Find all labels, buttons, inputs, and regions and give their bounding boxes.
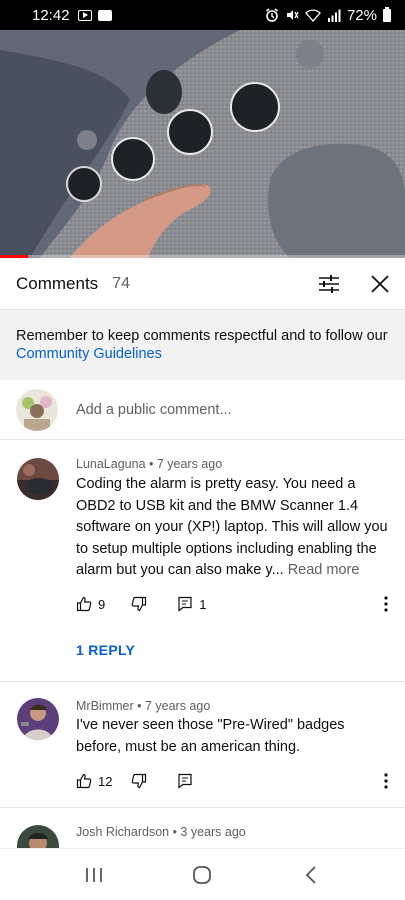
clock: 12:42 bbox=[32, 6, 70, 24]
user-avatar bbox=[16, 388, 58, 431]
battery-percent: 72% bbox=[346, 6, 377, 24]
commenter-avatar[interactable] bbox=[17, 698, 59, 740]
status-bar: 12:42 72% bbox=[0, 0, 405, 30]
back-button[interactable] bbox=[291, 855, 331, 895]
comment-item: LunaLaguna • 7 years ago Coding the alar… bbox=[0, 441, 405, 681]
community-guidelines-link[interactable]: Community Guidelines bbox=[16, 346, 162, 362]
recent-apps-button[interactable] bbox=[74, 855, 114, 895]
video-frame-image bbox=[0, 30, 405, 258]
reply-button[interactable]: 1 bbox=[177, 596, 206, 612]
close-comments-button[interactable] bbox=[366, 270, 394, 298]
home-icon bbox=[193, 865, 212, 884]
more-vertical-icon bbox=[384, 596, 388, 612]
comment-actions: 12 bbox=[76, 769, 193, 793]
tune-icon bbox=[319, 275, 339, 293]
youtube-notification-icon bbox=[77, 9, 92, 21]
comment-meta: LunaLaguna • 7 years ago bbox=[76, 457, 223, 471]
add-comment-input[interactable]: Add a public comment... bbox=[76, 402, 232, 418]
wifi-icon bbox=[305, 8, 321, 22]
comments-title: Comments bbox=[16, 273, 99, 293]
thumbs-up-icon bbox=[76, 773, 92, 789]
reply-comment-icon bbox=[178, 773, 193, 789]
comment-menu-button[interactable] bbox=[376, 769, 396, 793]
mute-icon bbox=[286, 10, 299, 20]
reply-button[interactable] bbox=[177, 773, 193, 789]
like-button[interactable]: 9 bbox=[76, 596, 105, 612]
comment-text: Coding the alarm is pretty easy. You nee… bbox=[76, 474, 392, 582]
community-guidelines-notice: Remember to keep comments respectful and… bbox=[0, 310, 405, 380]
guidelines-text: Remember to keep comments respectful and… bbox=[16, 328, 388, 344]
video-player[interactable] bbox=[0, 30, 405, 258]
comment-actions: 9 1 bbox=[76, 592, 206, 616]
like-count: 12 bbox=[98, 773, 113, 789]
reply-comment-icon bbox=[178, 596, 192, 612]
like-count: 9 bbox=[98, 596, 106, 612]
system-navigation-bar bbox=[0, 848, 405, 900]
thumbs-down-icon bbox=[132, 773, 147, 789]
comment-menu-button[interactable] bbox=[376, 592, 396, 616]
comment-meta: Josh Richardson • 3 years ago bbox=[76, 825, 246, 839]
alarm-icon bbox=[265, 8, 278, 22]
commenter-avatar[interactable] bbox=[17, 458, 59, 500]
comments-header: Comments 74 bbox=[0, 258, 405, 310]
like-button[interactable]: 12 bbox=[76, 773, 112, 789]
comments-count: 74 bbox=[112, 274, 130, 292]
thumbs-down-icon bbox=[131, 596, 147, 612]
home-button[interactable] bbox=[182, 855, 222, 895]
add-comment-row[interactable]: Add a public comment... bbox=[0, 380, 405, 440]
commenter-avatar[interactable] bbox=[17, 825, 59, 848]
read-more-link[interactable]: Read more bbox=[288, 562, 360, 578]
signal-icon bbox=[327, 9, 341, 22]
thumbs-up-icon bbox=[76, 596, 92, 612]
view-replies-link[interactable]: 1 REPLY bbox=[76, 642, 135, 658]
close-icon bbox=[371, 275, 389, 293]
image-notification-icon bbox=[97, 9, 112, 21]
reply-count: 1 bbox=[199, 596, 207, 612]
more-vertical-icon bbox=[384, 773, 388, 789]
sort-filter-button[interactable] bbox=[315, 270, 343, 298]
comment-body: I've never seen those "Pre-Wired" badges… bbox=[76, 717, 345, 755]
dislike-button[interactable] bbox=[131, 596, 147, 612]
back-icon bbox=[305, 865, 316, 884]
dislike-button[interactable] bbox=[131, 773, 147, 789]
comment-meta: MrBimmer • 7 years ago bbox=[76, 699, 211, 713]
comment-item: MrBimmer • 7 years ago I've never seen t… bbox=[0, 682, 405, 807]
battery-icon bbox=[383, 6, 391, 22]
comment-item: Josh Richardson • 3 years ago bbox=[0, 808, 405, 848]
recent-apps-icon bbox=[86, 867, 103, 882]
comment-text: I've never seen those "Pre-Wired" badges… bbox=[76, 715, 392, 758]
